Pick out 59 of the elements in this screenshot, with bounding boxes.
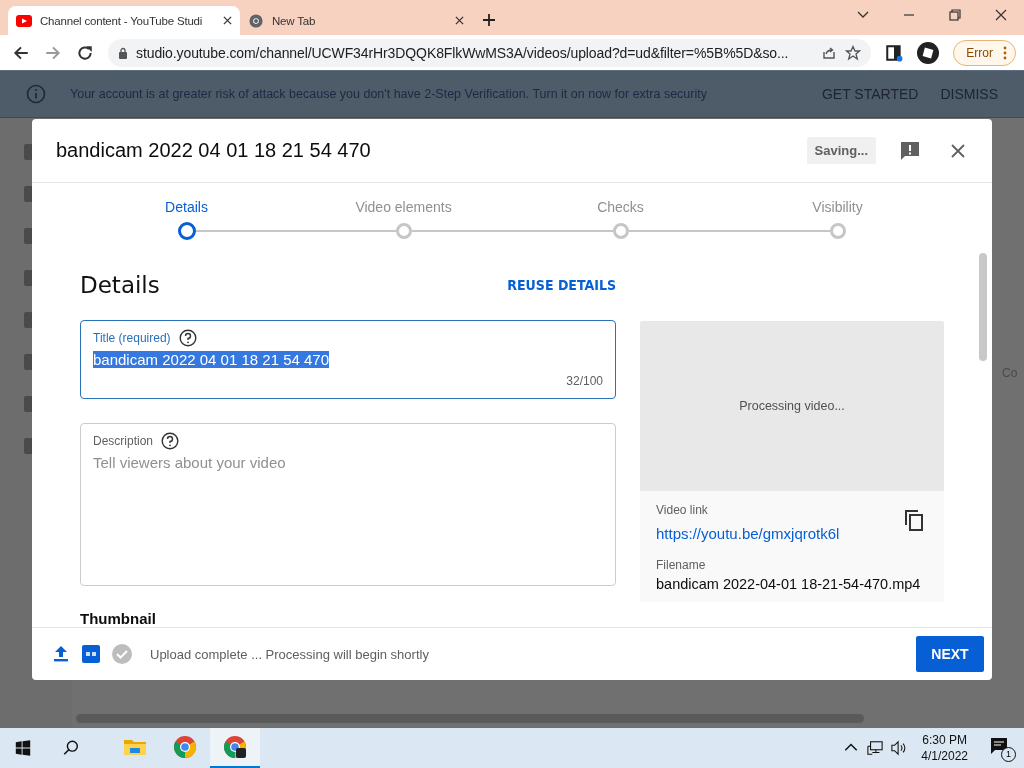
copy-icon[interactable] [904,509,924,531]
dialog-title: bandicam 2022 04 01 18 21 54 470 [56,139,372,162]
reload-icon[interactable] [76,43,94,62]
close-icon[interactable] [994,8,1008,22]
star-icon[interactable] [845,44,862,61]
reuse-details-link[interactable]: REUSE DETAILS [507,276,616,293]
close-icon[interactable] [950,142,966,159]
help-icon[interactable] [161,432,180,451]
clock-date[interactable]: 4/1/2022 [921,748,968,764]
browser-tab[interactable]: New Tab [240,6,472,35]
youtube-icon [16,13,32,28]
network-icon[interactable] [867,740,884,756]
check-circle-icon [112,644,132,664]
step-tab[interactable]: Visibility [812,199,863,221]
restore-icon[interactable] [948,8,962,22]
saving-status: Saving... [806,137,876,164]
next-button[interactable]: NEXT [916,636,984,672]
new-tab-icon[interactable] [482,13,496,27]
video-link[interactable]: https://youtu.be/gmxjqrotk6l [656,525,840,542]
filename-label: Filename [656,558,707,572]
avatar-icon[interactable] [917,41,940,64]
character-counter: 32/100 [566,374,603,389]
clock-time[interactable]: 6:30 PM [922,732,967,748]
close-icon[interactable] [455,16,464,25]
profile-error-button[interactable]: Error [953,39,1016,66]
extension-icon[interactable] [885,43,904,62]
info-icon [26,84,46,104]
video-link-label: Video link [656,503,709,517]
chrome-icon [248,13,264,28]
address-bar[interactable]: studio.youtube.com/channel/UCWF34rHr3DQQK8FlkWwMS3A/videos/upload?d=ud&filter=%5B%5D&so... [108,38,872,67]
more-icon[interactable] [1003,45,1007,60]
processing-status: Processing video... [739,399,845,413]
section-title: Details [80,271,160,298]
upload-icon [52,645,70,663]
search-icon[interactable] [62,739,80,757]
notification-icon[interactable] [990,737,1008,755]
field-label: Title (required) [93,331,171,346]
taskbar-app[interactable] [210,728,260,768]
title-field[interactable]: Title (required) bandicam 2022 04 01 18 21 54 470 32/100 [80,320,616,400]
help-icon[interactable] [178,329,197,348]
field-label: Description [93,434,154,449]
notification-badge: 1 [1001,747,1016,762]
upload-status: Upload complete ... Processing will begin shortly [150,646,429,662]
step-tab[interactable]: Checks [597,199,644,221]
start-icon[interactable] [14,739,32,757]
section-title: Thumbnail [80,610,157,627]
filename: bandicam 2022-04-01 18-21-54-470.mp4 [656,576,922,592]
title-value: bandicam 2022 04 01 18 21 54 470 [93,351,330,369]
chrome-icon [223,735,247,759]
browser-tab[interactable]: Channel content - YouTube Studi [8,6,240,35]
feedback-icon[interactable] [900,140,920,161]
lock-icon [118,46,128,59]
step-tab[interactable]: Details [165,199,208,221]
step-tab[interactable]: Video elements [355,199,452,221]
chrome-icon [173,735,197,759]
scrollbar[interactable] [979,253,987,361]
sd-icon [82,645,100,663]
close-icon[interactable] [223,16,232,25]
volume-icon[interactable] [891,740,908,756]
